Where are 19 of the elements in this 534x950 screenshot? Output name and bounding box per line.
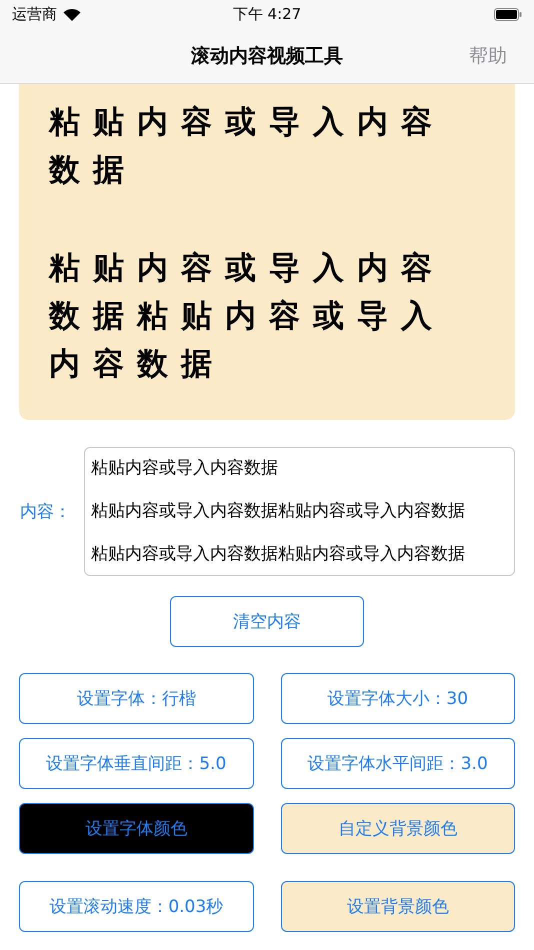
battery-icon (494, 8, 522, 20)
setting-button[interactable]: 设置背景颜色 (280, 881, 515, 932)
setting-button[interactable]: 设置字体大小：30 (280, 673, 515, 724)
setting-button[interactable]: 设置字体水平间距：3.0 (280, 738, 515, 789)
content-field[interactable]: 粘贴内容或导入内容数据 粘贴内容或导入内容数据粘贴内容或导入内容数据 粘贴内容或导入内容数据粘贴内容或导入内容数据 (84, 447, 515, 576)
setting-button[interactable]: 设置字体颜色 (19, 803, 254, 854)
carrier-text: 运营商 (12, 4, 57, 24)
setting-button[interactable]: 设置字体：行楷 (19, 673, 254, 724)
clear-button[interactable]: 清空内容 (170, 596, 364, 647)
clock-text: 下午 4:27 (232, 4, 302, 24)
content-label: 内容： (20, 501, 72, 523)
preview-text: 粘贴内容或导入内容数据粘贴内容或导入内容数据 (49, 249, 446, 384)
preview-text: 粘贴内容或导入内容数据 (49, 103, 446, 190)
wifi-icon (63, 8, 81, 20)
nav-title: 滚动内容视频工具 (191, 44, 343, 69)
setting-button[interactable]: 设置字体垂直间距：5.0 (19, 738, 254, 789)
help-link[interactable]: 帮助 (469, 43, 507, 69)
setting-button[interactable]: 设置滚动速度：0.03秒 (19, 881, 254, 932)
setting-button[interactable]: 自定义背景颜色 (280, 803, 515, 854)
